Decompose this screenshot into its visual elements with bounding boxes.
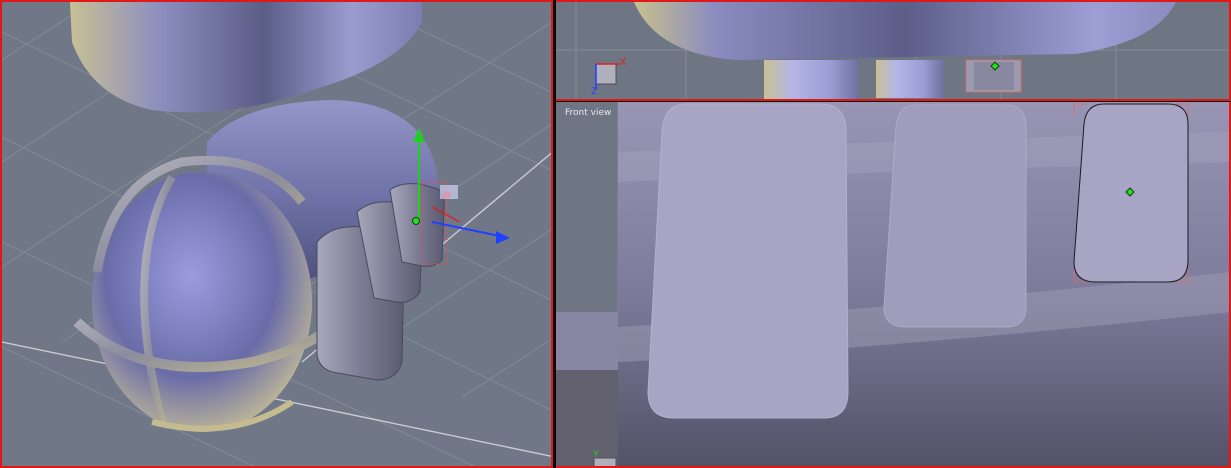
axis-label-x: X xyxy=(620,58,627,68)
axis-indicator-icon xyxy=(595,63,620,90)
top-viewport[interactable]: X Z xyxy=(556,0,1231,101)
perspective-viewport[interactable] xyxy=(0,0,553,468)
block-top-view-1[interactable] xyxy=(876,60,944,98)
modeler-window: X Z Front view Y xyxy=(0,0,1231,468)
capsule-top-view[interactable] xyxy=(634,2,1176,60)
pivot-marker-icon xyxy=(412,217,420,225)
connector-block-medium-front[interactable] xyxy=(883,104,1027,328)
capsule-object[interactable] xyxy=(70,2,422,113)
connector-block-large-front[interactable] xyxy=(647,103,849,419)
pod-body-top-view[interactable] xyxy=(764,60,859,101)
viewport-title: Front view xyxy=(565,108,612,118)
front-viewport[interactable]: Front view Y xyxy=(556,102,1231,468)
front-scene xyxy=(556,102,1229,466)
perspective-scene xyxy=(2,2,551,466)
axis-label-z: Z xyxy=(591,87,598,97)
pod-dome-object[interactable] xyxy=(92,172,312,432)
axis-label-y: Y xyxy=(593,450,599,460)
top-scene xyxy=(556,2,1229,101)
